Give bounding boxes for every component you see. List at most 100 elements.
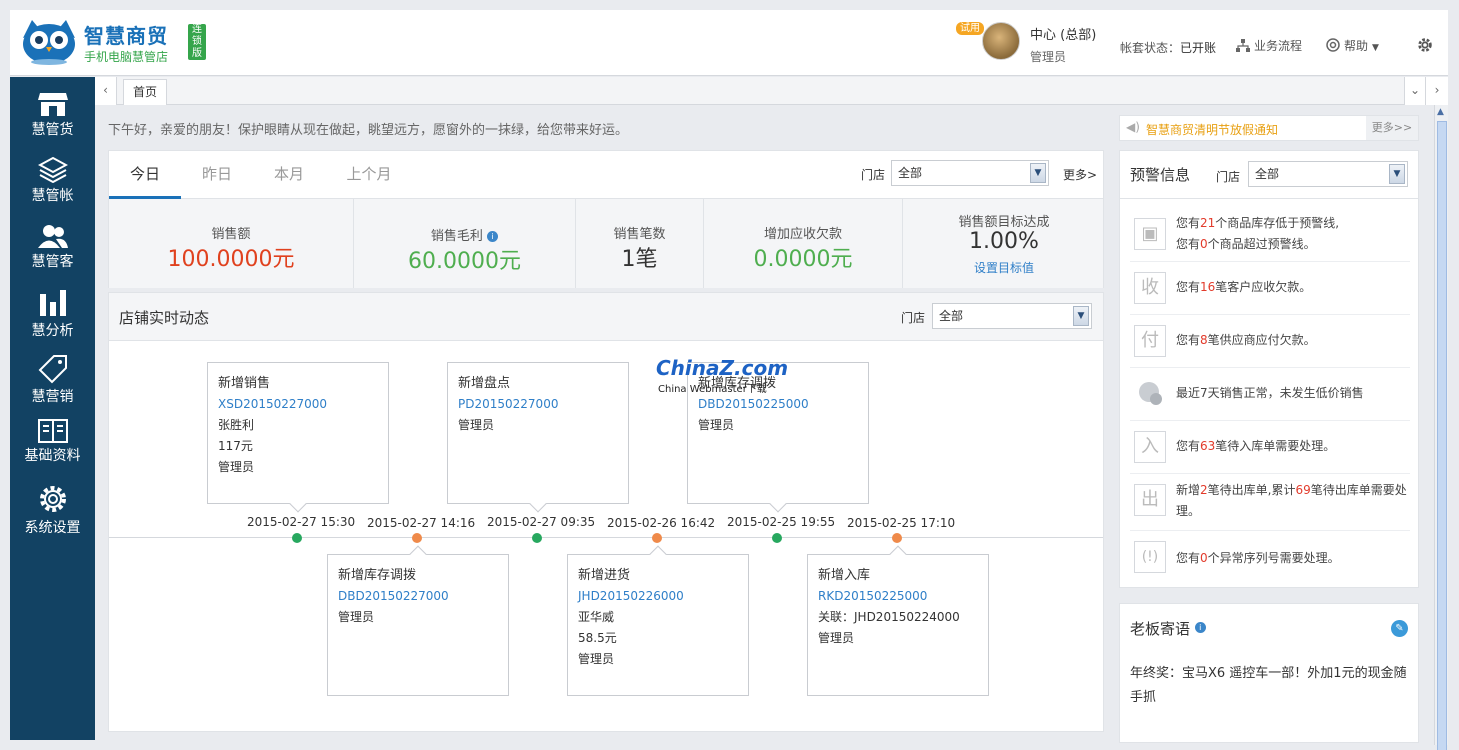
event-doc-link[interactable]: JHD20150226000	[578, 586, 738, 607]
timeline-card[interactable]: 新增销售 XSD20150227000 张胜利 117元 管理员	[207, 362, 389, 513]
event-title: 新增库存调拨	[338, 568, 417, 583]
pay-icon: 付	[1134, 325, 1166, 357]
current-store[interactable]: 中心 (总部)	[1030, 24, 1096, 43]
stats-more-link[interactable]: 更多>	[1063, 166, 1097, 183]
warning-row-stock[interactable]: ▣ 您有21个商品库存低于预警线, 您有0个商品超过预警线。	[1130, 209, 1410, 262]
stat-sales-count: 销售笔数 1笔	[576, 199, 704, 288]
scroll-up-arrow-icon[interactable]: ▲	[1437, 107, 1444, 117]
warning-count: 69	[1295, 483, 1311, 497]
boss-message-panel: 老板寄语 i ✎ 年终奖：宝马X6 遥控车一部！外加1元的现金随手抓	[1119, 603, 1419, 743]
boss-title-text: 老板寄语	[1130, 620, 1191, 638]
store-label: 门店	[861, 168, 886, 182]
coins-icon	[37, 157, 68, 183]
period-tabs: 今日 昨日 本月 上个月 门店 全部 ▼ 更多>	[109, 151, 1103, 199]
warning-row-low-price[interactable]: 最近7天销售正常，未发生低价销售	[1130, 368, 1410, 421]
chevron-down-icon: ▼	[1073, 306, 1089, 326]
warning-count: 0	[1200, 237, 1208, 251]
scrollbar-thumb[interactable]	[1437, 121, 1447, 750]
price-icon	[1134, 378, 1166, 410]
event-detail: 管理员	[818, 631, 855, 645]
card-pointer	[409, 545, 427, 563]
chevron-down-icon: ▼	[1372, 43, 1379, 53]
timeline-card[interactable]: 新增进货 JHD20150226000 亚华威 58.5元 管理员	[567, 545, 749, 696]
account-status: 帐套状态：已开账	[1120, 39, 1216, 56]
text-part: 您有	[1176, 333, 1201, 347]
bar-chart-icon	[39, 290, 66, 316]
tab-yesterday[interactable]: 昨日	[181, 151, 253, 199]
event-time: 2015-02-26 16:42	[607, 516, 716, 530]
text-part: 您有	[1176, 439, 1201, 453]
gear-icon[interactable]	[1416, 36, 1434, 54]
event-detail: 张胜利	[218, 418, 255, 432]
dynamics-header: 店铺实时动态 门店 全部 ▼	[109, 293, 1103, 341]
card-pointer	[649, 545, 667, 563]
set-target-link[interactable]: 设置目标值	[903, 259, 1105, 276]
tab-scroll-left-button[interactable]: ‹	[95, 77, 117, 105]
sidebar-item-goods[interactable]: 慧管货	[10, 91, 95, 151]
help-menu[interactable]: 帮助 ▼	[1326, 37, 1379, 54]
notice-bar[interactable]: ◀) 智慧商贸清明节放假通知 更多>>	[1119, 115, 1419, 141]
dynamics-store-select[interactable]: 全部 ▼	[932, 303, 1092, 329]
logo-title: 智慧商贸	[84, 24, 168, 48]
sidebar-item-base-data[interactable]: 基础资料	[10, 419, 95, 479]
tab-this-month[interactable]: 本月	[253, 151, 325, 199]
event-time: 2015-02-25 19:55	[727, 515, 836, 529]
page-scrollbar[interactable]: ▲	[1434, 105, 1448, 750]
warning-row-serial[interactable]: (!) 您有0个异常序列号需要处理。	[1130, 531, 1410, 581]
sidebar-item-accounts[interactable]: 慧管帐	[10, 157, 95, 217]
timeline-card[interactable]: 新增入库 RKD20150225000 关联：JHD20150224000 管理…	[807, 545, 989, 696]
event-doc-link[interactable]: DBD20150227000	[338, 586, 498, 607]
store-select[interactable]: 全部 ▼	[891, 160, 1049, 186]
timeline-card[interactable]: 新增库存调拨 DBD20150227000 管理员	[327, 545, 509, 696]
sidebar-item-settings[interactable]: 系统设置	[10, 483, 95, 543]
warning-row-outbound[interactable]: 出 新增2笔待出库单,累计69笔待出库单需要处 理。	[1130, 474, 1410, 531]
sidebar-item-label: 慧管货	[31, 122, 74, 138]
sidebar-item-customers[interactable]: 慧管客	[10, 223, 95, 283]
edit-icon[interactable]: ✎	[1391, 620, 1408, 637]
timeline-dot-orange	[652, 533, 662, 543]
warning-text: 您有8笔供应商应付欠款。	[1176, 330, 1316, 351]
text-part: 您有	[1176, 237, 1201, 251]
stat-label: 销售毛利 i	[354, 225, 575, 244]
event-doc-link[interactable]: XSD20150227000	[218, 394, 378, 415]
info-icon[interactable]: i	[487, 231, 499, 242]
timeline-dot-green	[292, 533, 302, 543]
sidebar-item-analysis[interactable]: 慧分析	[10, 288, 95, 348]
tag-icon	[38, 355, 67, 384]
warning-row-receivable[interactable]: 收 您有16笔客户应收欠款。	[1130, 262, 1410, 315]
info-icon[interactable]: i	[1194, 622, 1206, 633]
sidebar-item-marketing[interactable]: 慧营销	[10, 354, 95, 414]
business-flow-label: 业务流程	[1254, 39, 1303, 53]
boss-message-text: 年终奖：宝马X6 遥控车一部！外加1元的现金随手抓	[1130, 666, 1407, 705]
warning-store-select[interactable]: 全部 ▼	[1248, 161, 1408, 187]
stat-value: 1.00%	[969, 229, 1039, 254]
warning-text: 您有21个商品库存低于预警线, 您有0个商品超过预警线。	[1176, 213, 1339, 255]
app-logo[interactable]: 智慧商贸 手机电脑慧管店 连锁版	[20, 16, 206, 70]
sidebar-item-label: 慧分析	[31, 323, 74, 339]
warning-count: 21	[1200, 216, 1216, 230]
notice-more-link[interactable]: 更多>>	[1366, 116, 1418, 140]
warning-row-inbound[interactable]: 入 您有63笔待入库单需要处理。	[1130, 421, 1410, 474]
text-part: 笔客户应收欠款。	[1215, 280, 1312, 294]
tab-home[interactable]: 首页	[123, 79, 167, 105]
dynamics-title: 店铺实时动态	[119, 309, 210, 327]
event-time: 2015-02-27 14:16	[367, 516, 476, 530]
event-doc-link[interactable]: RKD20150225000	[818, 586, 978, 607]
event-doc-link[interactable]: PD20150227000	[458, 394, 618, 415]
warning-row-payable[interactable]: 付 您有8笔供应商应付欠款。	[1130, 315, 1410, 368]
box-icon: ▣	[1134, 218, 1166, 250]
tab-scroll-right-button[interactable]: ›	[1426, 77, 1448, 105]
text-part: 新增	[1176, 483, 1201, 497]
notice-text[interactable]: 智慧商贸清明节放假通知	[1146, 121, 1278, 138]
tab-today[interactable]: 今日	[109, 151, 181, 199]
timeline-card[interactable]: 新增盘点 PD20150227000 管理员	[447, 362, 629, 513]
store-select-value: 全部	[1255, 167, 1280, 181]
event-doc-link[interactable]: DBD20150225000	[698, 394, 858, 415]
tab-list-dropdown-button[interactable]: ⌄	[1404, 77, 1426, 105]
stat-label: 销售额	[211, 227, 251, 242]
avatar[interactable]	[982, 22, 1020, 60]
tab-last-month[interactable]: 上个月	[333, 151, 405, 199]
business-flow-link[interactable]: 业务流程	[1236, 37, 1302, 54]
timeline-dot-orange	[412, 533, 422, 543]
warning-text: 您有16笔客户应收欠款。	[1176, 277, 1311, 298]
